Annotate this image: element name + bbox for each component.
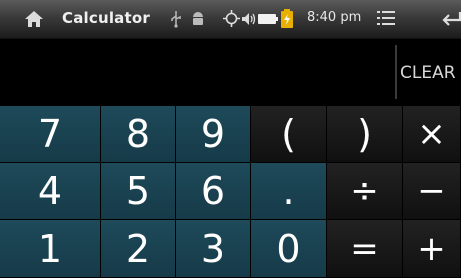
key-4[interactable]: 4 [0, 163, 101, 220]
home-icon[interactable] [24, 10, 44, 28]
key-plus[interactable]: + [403, 220, 461, 278]
key-divide[interactable]: ÷ [327, 163, 403, 220]
key-2[interactable]: 2 [101, 220, 176, 278]
status-bar: Calculator 8:40 pm [0, 0, 461, 38]
charging-icon [281, 9, 293, 28]
key-8[interactable]: 8 [101, 106, 176, 163]
key-close-paren[interactable]: ) [327, 106, 403, 163]
gps-icon [223, 10, 240, 27]
key-1[interactable]: 1 [0, 220, 101, 278]
notifications-icon[interactable] [377, 10, 395, 26]
clear-button[interactable]: CLEAR [398, 39, 461, 107]
key-equals[interactable]: = [327, 220, 403, 278]
usb-icon [171, 11, 181, 28]
key-5[interactable]: 5 [101, 163, 176, 220]
key-multiply[interactable]: × [403, 106, 461, 163]
back-icon[interactable] [440, 10, 461, 26]
android-icon [193, 12, 203, 25]
battery-icon [258, 14, 278, 24]
clock: 8:40 pm [307, 10, 362, 25]
key-open-paren[interactable]: ( [251, 106, 327, 163]
key-9[interactable]: 9 [176, 106, 251, 163]
key-minus[interactable]: − [403, 163, 461, 220]
key-3[interactable]: 3 [176, 220, 251, 278]
keypad: 7 8 9 ( ) × 4 5 6 . ÷ − 1 2 3 0 = + [0, 106, 461, 278]
key-6[interactable]: 6 [176, 163, 251, 220]
key-7[interactable]: 7 [0, 106, 101, 163]
app-title: Calculator [62, 9, 150, 27]
volume-icon [242, 13, 256, 25]
calculator-display: CLEAR [0, 38, 461, 107]
key-0[interactable]: 0 [251, 220, 327, 278]
display-divider [395, 45, 397, 99]
display-value [10, 55, 390, 91]
key-decimal[interactable]: . [251, 163, 327, 220]
